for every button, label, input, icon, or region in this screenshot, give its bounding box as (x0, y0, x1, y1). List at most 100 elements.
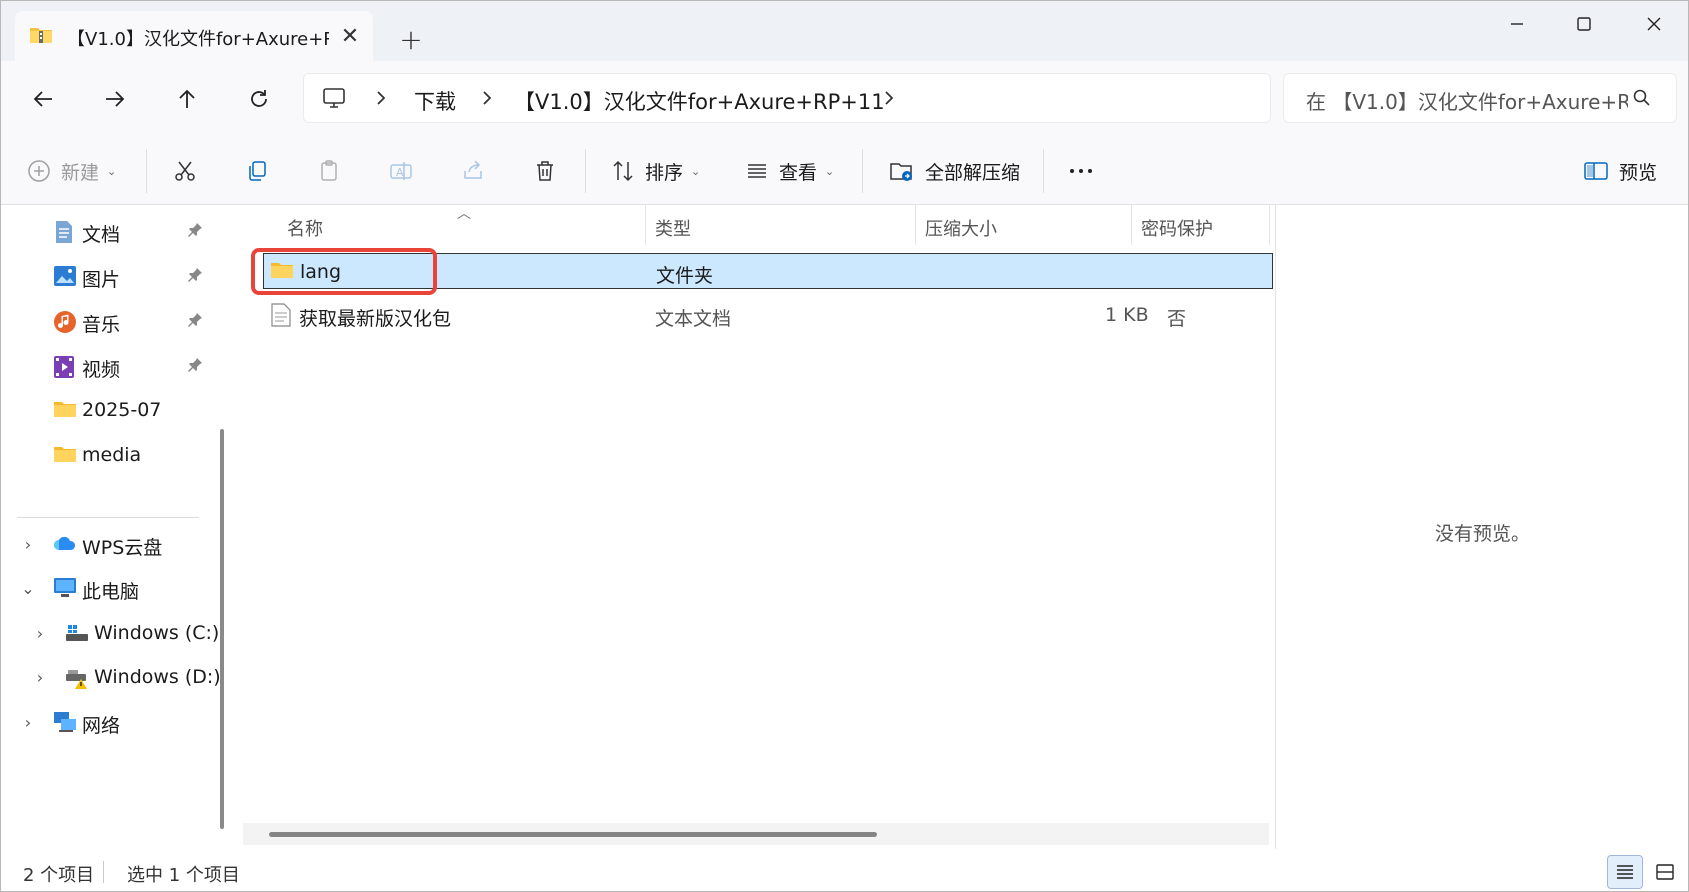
maximize-button[interactable] (1549, 1, 1619, 47)
new-tab-button[interactable]: + (393, 21, 429, 57)
tab-close-icon[interactable]: ✕ (333, 19, 367, 53)
sidebar-item-label: 图片 (82, 269, 121, 291)
sidebar-item-pictures[interactable]: 图片 (1, 257, 211, 297)
file-explorer-window: 【V1.0】汉化文件for+Axure+RP+11 ✕ + (0, 0, 1689, 892)
zip-folder-icon (29, 25, 53, 45)
chevron-right-icon[interactable]: › (31, 668, 49, 687)
sidebar-item-this-pc[interactable]: ⌄ 此电脑 (1, 569, 211, 609)
drive-c-icon (65, 622, 89, 646)
copy-button[interactable] (245, 151, 269, 191)
sidebar-item-label: WPS云盘 (82, 537, 163, 559)
tiles-view-button[interactable] (1647, 855, 1683, 889)
refresh-button[interactable] (239, 79, 279, 119)
more-options-button[interactable] (1067, 151, 1095, 191)
column-header-password[interactable]: 密码保护 (1141, 215, 1213, 241)
up-button[interactable] (167, 79, 207, 119)
this-pc-icon[interactable] (322, 86, 346, 115)
cut-button[interactable] (173, 151, 197, 191)
no-preview-message: 没有预览。 (1434, 523, 1530, 545)
sidebar-scrollbar[interactable] (220, 429, 224, 829)
breadcrumb-item-downloads[interactable]: 下载 (414, 86, 456, 116)
table-row[interactable]: 获取最新版汉化包 文本文档 1 KB 否 (263, 297, 1273, 333)
chevron-right-icon[interactable] (882, 88, 896, 113)
pin-icon[interactable] (187, 267, 205, 285)
sidebar-item-folder-media[interactable]: media (1, 436, 211, 476)
chevron-right-icon[interactable]: › (19, 535, 37, 554)
sidebar-item-drive-c[interactable]: › Windows (C:) (1, 614, 223, 654)
extract-all-label: 全部解压缩 (925, 161, 1021, 184)
search-icon[interactable] (1632, 88, 1654, 110)
divider (862, 149, 863, 193)
column-divider[interactable] (1269, 205, 1270, 245)
sort-ascending-icon[interactable]: ︿ (457, 203, 471, 223)
view-button[interactable]: 查看 ⌄ (745, 151, 834, 191)
pictures-icon (53, 265, 77, 289)
sidebar-item-label: 音乐 (82, 314, 121, 336)
column-header-name[interactable]: 名称 (287, 215, 323, 241)
paste-icon (321, 160, 337, 181)
horizontal-scrollbar[interactable] (243, 823, 1269, 845)
minimize-button[interactable] (1482, 1, 1552, 47)
chevron-right-icon[interactable]: › (19, 713, 37, 732)
sidebar-divider (17, 517, 199, 518)
breadcrumb-item-current-folder[interactable]: 【V1.0】汉化文件for+Axure+RP+11 (514, 86, 885, 116)
forward-button[interactable] (95, 79, 135, 119)
new-button[interactable]: 新建 ⌄ (27, 151, 116, 191)
scissors-icon (175, 161, 195, 181)
sort-button[interactable]: 排序 ⌄ (611, 151, 700, 191)
sidebar-item-label: 网络 (82, 715, 121, 737)
column-header-type[interactable]: 类型 (655, 215, 691, 241)
sidebar-item-wps-cloud[interactable]: › WPS云盘 (1, 525, 211, 565)
sidebar-item-label: 2025-07 (82, 399, 162, 421)
preview-pane: 没有预览。 (1275, 205, 1688, 849)
chevron-right-icon[interactable] (480, 88, 494, 113)
tab-title: 【V1.0】汉化文件for+Axure+RP+11 (67, 29, 329, 50)
column-header-size[interactable]: 压缩大小 (925, 215, 997, 241)
arrow-left-icon (33, 91, 52, 107)
details-view-button[interactable] (1607, 855, 1643, 889)
pin-icon[interactable] (187, 312, 205, 330)
chevron-down-icon[interactable]: ⌄ (19, 579, 37, 598)
file-name: 获取最新版汉化包 (299, 308, 452, 330)
column-divider[interactable] (1131, 205, 1132, 245)
this-pc-icon (53, 577, 77, 601)
sidebar-item-videos[interactable]: 视频 (1, 347, 211, 387)
sidebar-item-music[interactable]: 音乐 (1, 302, 211, 342)
delete-button[interactable] (533, 151, 557, 191)
sidebar-item-documents[interactable]: 文档 (1, 212, 211, 252)
sidebar-item-label: 此电脑 (82, 581, 140, 603)
scrollbar-thumb[interactable] (269, 832, 877, 837)
divider (585, 149, 586, 193)
extract-all-button[interactable]: 全部解压缩 (889, 151, 1020, 191)
chevron-right-icon[interactable]: › (31, 624, 49, 643)
new-button-label: 新建 (61, 161, 100, 184)
pin-icon[interactable] (187, 357, 205, 375)
sidebar-item-network[interactable]: › 网络 (1, 703, 211, 743)
column-divider[interactable] (915, 205, 916, 245)
sidebar-item-folder-2025-07[interactable]: 2025-07 (1, 391, 211, 431)
search-box[interactable]: 在 【V1.0】汉化文件for+Axure+RP+11 中搜索 (1283, 73, 1677, 123)
divider (1043, 149, 1044, 193)
sidebar-item-drive-d[interactable]: › Windows (D:) (1, 658, 223, 698)
paste-button[interactable] (317, 151, 341, 191)
preview-pane-icon (1584, 162, 1608, 180)
close-button[interactable] (1619, 1, 1688, 47)
preview-pane-button[interactable]: 预览 (1583, 151, 1657, 191)
pin-icon[interactable] (187, 222, 205, 240)
minimize-icon (1511, 23, 1523, 25)
back-button[interactable] (23, 79, 63, 119)
rename-button[interactable]: A (389, 151, 413, 191)
videos-icon (53, 355, 77, 379)
extract-folder-icon (890, 163, 912, 181)
sort-icon (613, 160, 633, 182)
preview-label: 预览 (1619, 161, 1658, 184)
chevron-right-icon[interactable] (374, 88, 388, 113)
column-divider[interactable] (645, 205, 646, 245)
address-bar[interactable]: 下载 【V1.0】汉化文件for+Axure+RP+11 (303, 73, 1271, 123)
maximize-icon (1577, 17, 1591, 31)
sidebar-item-label: 文档 (82, 224, 121, 246)
share-button[interactable] (461, 151, 485, 191)
tab-current-folder[interactable]: 【V1.0】汉化文件for+Axure+RP+11 ✕ (15, 11, 373, 61)
file-size: 1 KB (1105, 304, 1149, 326)
search-input[interactable]: 在 【V1.0】汉化文件for+Axure+RP+11 中搜索 (1306, 86, 1628, 115)
